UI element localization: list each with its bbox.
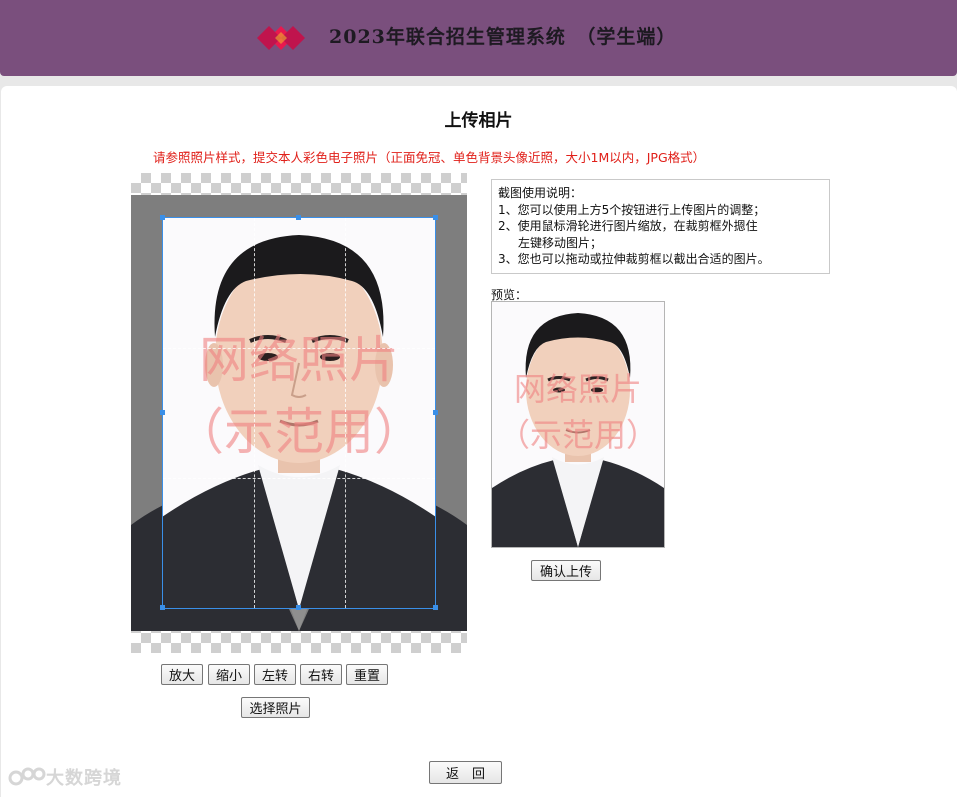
crop-handle-n[interactable] [296,215,301,220]
instruction-item: 3、您也可以拖动或拉伸裁剪框以截出合适的图片。 [498,252,770,266]
instructions-title: 截图使用说明： [498,186,583,200]
back-button[interactable]: 返 回 [429,761,502,784]
watermark-brand-text: 大数跨境 [46,768,122,789]
crop-handle-ne[interactable] [433,215,438,220]
rotate-left-button[interactable]: 左转 [254,664,296,685]
reset-button[interactable]: 重置 [346,664,388,685]
page-title: 上传相片 [444,111,513,131]
crop-handle-sw[interactable] [160,605,165,610]
instruction-item: 1、您可以使用上方5个按钮进行上传图片的调整； [498,202,766,217]
crop-handle-e[interactable] [433,410,438,415]
app-header: 2023年联合招生管理系统 （学生端） [0,0,957,76]
preview-watermark-line2: （示范用） [498,416,658,454]
rotate-right-button[interactable]: 右转 [300,664,342,685]
zoom-out-button[interactable]: 缩小 [208,664,250,685]
photo-requirements-notice: 请参照照片样式，提交本人彩色电子照片（正面免冠、单色背景头像近照，大小1M以内，… [153,150,706,165]
zoom-in-button[interactable]: 放大 [161,664,203,685]
crop-handle-se[interactable] [433,605,438,610]
crop-handle-w[interactable] [160,410,165,415]
photo-preview: 网络照片 （示范用） [491,301,665,548]
brand-logo-icon [257,26,305,50]
crop-guide-line [345,218,346,608]
crop-guide-line [163,348,435,349]
crop-guide-line [254,218,255,608]
crop-guide-line [163,478,435,479]
crop-frame[interactable] [162,217,436,609]
app-title: 2023年联合招生管理系统 （学生端） [329,26,677,48]
watermark-logo-icon [8,767,46,786]
confirm-upload-button[interactable]: 确认上传 [531,560,601,581]
crop-instructions: 截图使用说明： 1、您可以使用上方5个按钮进行上传图片的调整； 2、使用鼠标滑轮… [491,179,830,274]
crop-handle-nw[interactable] [160,215,165,220]
preview-photo: 网络照片 （示范用） [492,302,664,547]
preview-watermark-line1: 网络照片 [514,370,642,408]
photo-crop-area[interactable]: 网络照片 （示范用） [131,173,467,653]
instruction-item: 左键移动图片； [518,235,603,250]
instruction-item: 2、使用鼠标滑轮进行图片缩放，在裁剪框外摁住 [498,219,758,233]
crop-handle-s[interactable] [296,605,301,610]
choose-photo-button[interactable]: 选择照片 [241,697,310,718]
